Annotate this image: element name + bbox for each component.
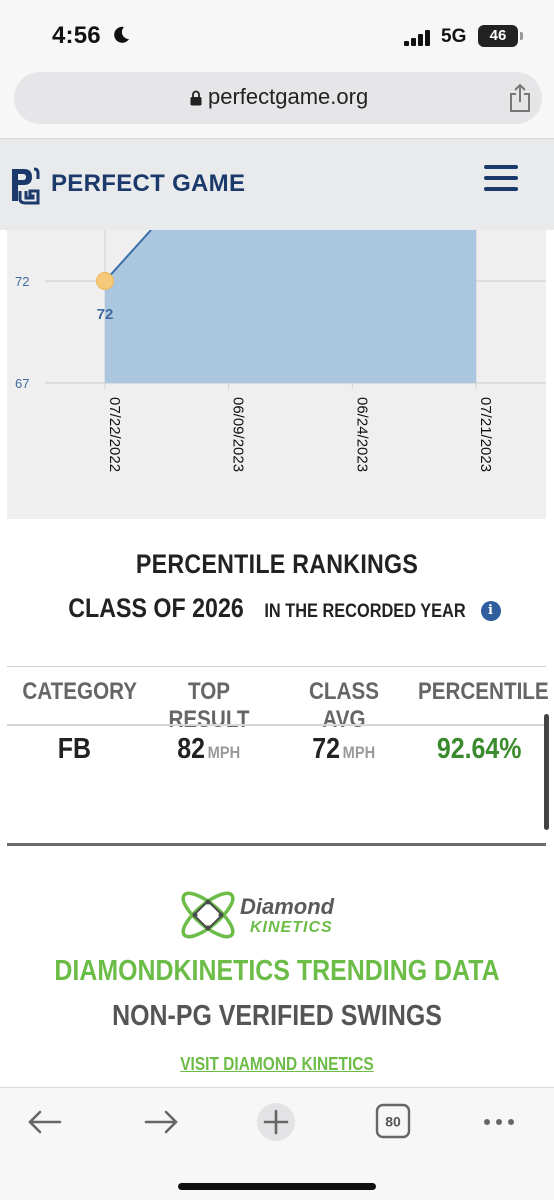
velocity-chart: 72 72 67 07/22/2022 06/09/2023 06/24/2023 07/2… xyxy=(7,230,546,519)
status-bar: 4:56 5G 46 xyxy=(0,0,554,72)
new-tab-icon[interactable] xyxy=(251,1102,301,1142)
perfect-game-logo-icon[interactable] xyxy=(10,165,40,205)
class-suffix: IN THE RECORDED YEAR xyxy=(264,601,466,622)
series-area xyxy=(105,230,476,383)
x-tick-label: 07/22/2022 xyxy=(106,397,123,472)
chart-canvas: 72 72 67 07/22/2022 06/09/2023 06/24/2023 07/2… xyxy=(15,230,546,472)
dk-trending-title: DIAMONDKINETICS TRENDING DATA xyxy=(54,955,500,987)
status-time: 4:56 xyxy=(52,22,101,49)
row-top-result: 82 MPH xyxy=(138,733,280,766)
menu-icon[interactable] xyxy=(484,165,518,191)
row-class-avg: 72 MPH xyxy=(280,733,408,766)
class-line: CLASS OF 2026 IN THE RECORDED YEAR i xyxy=(0,593,554,624)
row-percentile: 92.64% xyxy=(408,733,550,766)
class-avg-unit: MPH xyxy=(342,743,376,762)
tabs-icon[interactable]: 80 xyxy=(368,1102,418,1142)
percentile-rankings-title: PERCENTILE RANKINGS xyxy=(135,549,419,579)
table-divider xyxy=(7,666,546,667)
top-result-value: 82 xyxy=(177,733,205,765)
network-label: 5G xyxy=(441,26,467,47)
dk-logo-word-1: Diamond xyxy=(240,894,335,919)
lock-icon xyxy=(190,90,202,106)
table-divider xyxy=(7,724,546,726)
address-bar[interactable]: perfectgame.org xyxy=(14,72,542,124)
y-tick-label: 72 xyxy=(15,274,29,289)
tab-count: 80 xyxy=(385,1114,401,1130)
x-tick-label: 06/24/2023 xyxy=(353,397,370,472)
percentile-value: 92.64% xyxy=(436,733,522,765)
x-tick-label: 07/21/2023 xyxy=(477,397,494,472)
row-category: FB xyxy=(14,733,134,766)
browser-address-area: perfectgame.org xyxy=(0,72,554,138)
category-value: FB xyxy=(57,733,91,765)
forward-icon[interactable] xyxy=(136,1102,186,1142)
moon-icon xyxy=(114,26,129,43)
class-label: CLASS OF 2026 xyxy=(67,593,244,623)
back-icon[interactable] xyxy=(20,1102,70,1142)
site-header: PERFECT GAME xyxy=(0,138,554,230)
url-text: perfectgame.org xyxy=(208,84,369,109)
top-result-unit: MPH xyxy=(207,743,241,762)
dk-logo-word-2: KINETICS xyxy=(250,919,333,936)
table-scrollbar[interactable] xyxy=(544,714,549,830)
y-tick-label: 67 xyxy=(15,376,29,391)
data-label: 72 xyxy=(97,306,114,323)
dk-subtitle: NON-PG VERIFIED SWINGS xyxy=(112,1000,442,1032)
x-tick-label: 06/09/2023 xyxy=(230,397,247,472)
table-divider xyxy=(7,843,546,846)
visit-dk-link[interactable]: VISIT DIAMOND KINETICS xyxy=(39,1054,515,1075)
signal-icon xyxy=(404,30,430,46)
browser-toolbar: 80 xyxy=(0,1087,554,1200)
diamond-kinetics-logo[interactable]: Diamond KINETICS xyxy=(174,878,384,952)
info-icon[interactable]: i xyxy=(480,601,501,621)
share-icon[interactable] xyxy=(508,83,532,113)
more-icon[interactable] xyxy=(474,1102,524,1142)
header-category: CATEGORY xyxy=(22,678,138,705)
battery-indicator: 46 xyxy=(478,25,523,47)
class-avg-value: 72 xyxy=(312,733,340,765)
header-percentile: PERCENTILE xyxy=(417,678,549,705)
data-point xyxy=(96,272,114,290)
home-indicator[interactable] xyxy=(178,1183,376,1190)
brand-name[interactable]: PERFECT GAME xyxy=(51,170,245,198)
